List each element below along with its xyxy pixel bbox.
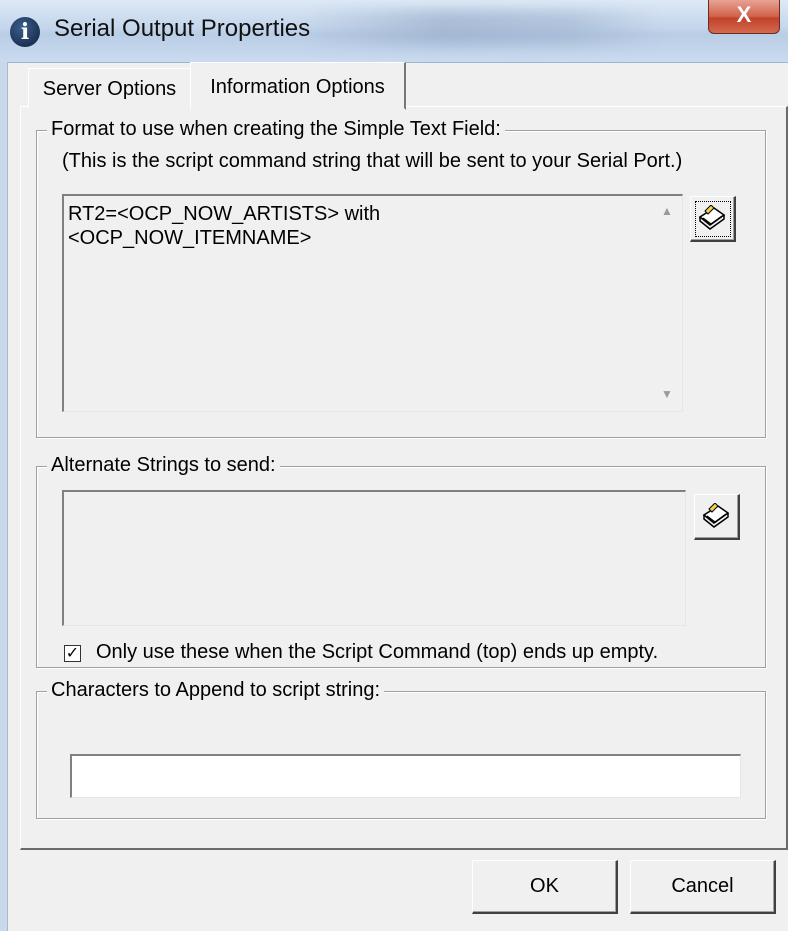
window-title: Serial Output Properties: [54, 15, 311, 42]
info-icon: i: [10, 17, 40, 47]
script-command-value[interactable]: RT2=<OCP_NOW_ARTISTS> with <OCP_NOW_ITEM…: [68, 202, 648, 250]
only-use-when-empty-checkbox[interactable]: ✓: [64, 645, 81, 662]
title-bar: i Serial Output Properties X: [0, 0, 788, 63]
ok-button[interactable]: OK: [472, 860, 618, 914]
edit-pencil-icon: [698, 205, 726, 230]
edit-format-button[interactable]: [690, 196, 736, 242]
script-command-textarea[interactable]: RT2=<OCP_NOW_ARTISTS> with <OCP_NOW_ITEM…: [62, 194, 683, 412]
append-characters-legend: Characters to Append to script string:: [47, 679, 385, 702]
alternate-strings-legend: Alternate Strings to send:: [47, 454, 280, 477]
scroll-down-arrow-icon[interactable]: ▼: [656, 387, 678, 407]
format-group-legend: Format to use when creating the Simple T…: [47, 118, 505, 141]
tab-server-options[interactable]: Server Options: [28, 68, 190, 108]
append-characters-input[interactable]: [70, 754, 741, 798]
only-use-when-empty-label[interactable]: Only use these when the Script Command (…: [96, 641, 658, 664]
edit-alternate-button[interactable]: [694, 494, 740, 540]
window-frame: [0, 62, 8, 931]
scroll-up-arrow-icon[interactable]: ▲: [656, 204, 678, 224]
edit-pencil-icon: [702, 503, 730, 528]
close-button[interactable]: X: [708, 0, 780, 34]
cancel-button[interactable]: Cancel: [630, 860, 776, 914]
title-bar-blur: [300, 10, 660, 46]
tab-information-options[interactable]: Information Options: [190, 62, 406, 110]
alternate-strings-textarea[interactable]: [62, 490, 686, 626]
format-hint: (This is the script command string that …: [62, 150, 683, 172]
